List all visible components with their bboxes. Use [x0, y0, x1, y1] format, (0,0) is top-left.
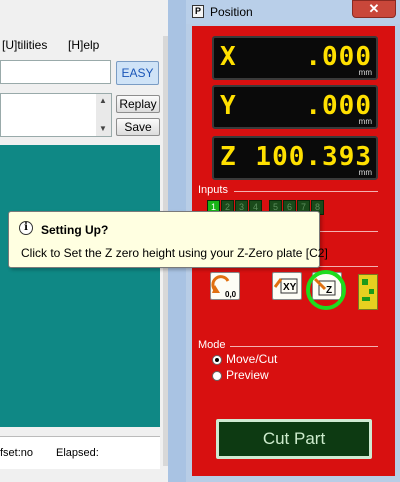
inputs-divider: [234, 191, 378, 192]
app-icon: P: [192, 5, 204, 18]
tooltip-title: Setting Up?: [41, 223, 109, 237]
tooltip-body: Click to Set the Z zero height using you…: [21, 246, 328, 260]
zero-origin-button[interactable]: 0,0: [210, 272, 240, 300]
mode-option-label[interactable]: Preview: [226, 368, 269, 382]
pcb-graphic: [362, 279, 374, 301]
mode-label: Mode: [198, 339, 226, 351]
command-input[interactable]: [0, 60, 111, 84]
offset-status: fset:no: [0, 447, 34, 459]
zero-origin-icon: 0,0: [211, 275, 237, 299]
dro-unit: mm: [358, 117, 372, 126]
dro-unit: mm: [358, 68, 372, 77]
dro-value: 100.393: [255, 142, 372, 172]
title-bar[interactable]: P Position ✕: [186, 0, 400, 24]
toolpath-viewport[interactable]: [0, 145, 160, 427]
close-icon: ✕: [368, 1, 380, 16]
window-title: Position: [210, 5, 253, 19]
scroll-down-icon[interactable]: ▼: [99, 124, 107, 133]
inputs-label: Inputs: [198, 184, 228, 196]
easy-button[interactable]: EASY: [116, 61, 159, 85]
xy-zero-icon: XY: [273, 278, 298, 294]
save-button[interactable]: Save: [116, 118, 160, 136]
tooltip: i Setting Up? Click to Set the Z zero he…: [8, 211, 328, 268]
menu-bar: [U]tilities [H]elp: [0, 36, 168, 56]
mode-radio-move-cut[interactable]: [212, 355, 222, 365]
highlight-ring: [306, 270, 346, 310]
svg-text:0,0: 0,0: [225, 290, 237, 299]
dro-axis-label: X: [220, 42, 236, 72]
dro-unit: mm: [358, 168, 372, 177]
menu-item-utilities[interactable]: [U]tilities: [2, 38, 47, 52]
mode-option-label[interactable]: Move/Cut: [226, 352, 277, 366]
elapsed-status: Elapsed:: [56, 447, 99, 459]
menu-item-help[interactable]: [H]elp: [68, 38, 99, 52]
cut-part-button[interactable]: Cut Part: [216, 419, 372, 459]
main-status-bar: fset:no Elapsed:: [0, 436, 160, 469]
window-bottom-border: [186, 476, 400, 482]
dro-x[interactable]: X .000 mm: [212, 36, 378, 80]
dro-axis-label: Y: [220, 91, 236, 121]
info-icon: i: [19, 221, 33, 235]
close-button[interactable]: ✕: [352, 0, 396, 18]
xy-zero-button[interactable]: XY: [272, 272, 302, 300]
log-scrollbar[interactable]: ▲ ▼: [96, 94, 111, 136]
dro-y[interactable]: Y .000 mm: [212, 85, 378, 129]
scroll-up-icon[interactable]: ▲: [99, 96, 107, 105]
svg-text:XY: XY: [283, 282, 297, 293]
pcb-icon[interactable]: [358, 274, 378, 310]
dro-z[interactable]: Z 100.393 mm: [212, 136, 378, 180]
mode-divider: [230, 346, 378, 347]
dro-axis-label: Z: [220, 142, 236, 172]
mode-radio-preview[interactable]: [212, 371, 222, 381]
replay-button[interactable]: Replay: [116, 95, 160, 113]
